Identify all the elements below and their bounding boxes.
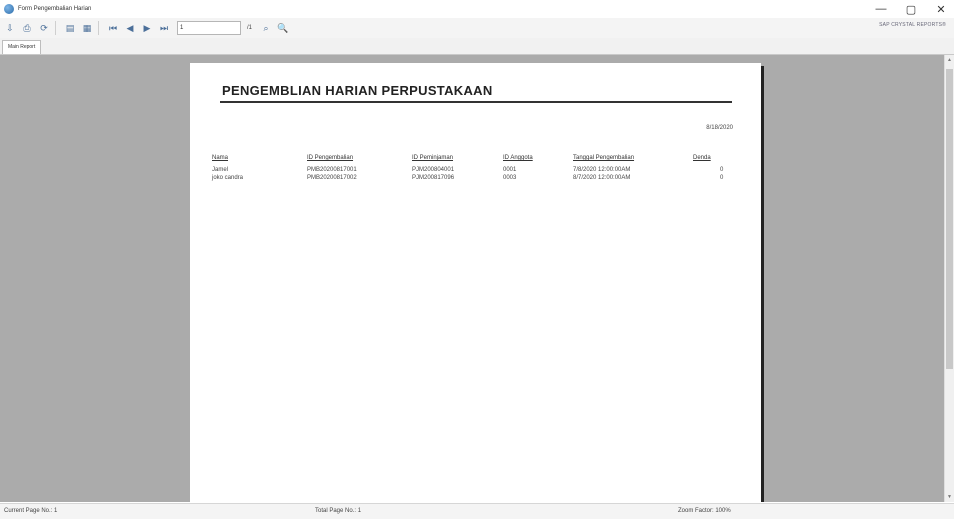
window-controls: — ▢ ✕ (874, 0, 948, 18)
total-page-status: Total Page No.: 1 (315, 508, 362, 514)
report-title: PENGEMBLIAN HARIAN PERPUSTAKAAN (222, 83, 493, 98)
page-setup-icon[interactable]: ▦ (80, 21, 94, 35)
report-viewport[interactable]: PENGEMBLIAN HARIAN PERPUSTAKAAN 8/18/202… (0, 55, 945, 502)
toolbar-divider (55, 21, 56, 35)
next-page-icon[interactable]: ▶ (140, 21, 154, 35)
find-icon[interactable]: ⌕ (259, 21, 273, 35)
last-page-icon[interactable]: ⏭ (157, 21, 171, 35)
print-icon[interactable]: ⎙ (20, 21, 34, 35)
column-header-id-anggota: ID Anggota (503, 155, 533, 161)
column-header-id-peminjaman: ID Peminjaman (412, 155, 454, 161)
cell-nama: joko candra (212, 175, 244, 181)
status-bar: Current Page No.: 1 Total Page No.: 1 Zo… (0, 503, 954, 519)
vertical-scrollbar[interactable]: ▲ ▼ (944, 55, 954, 502)
close-button[interactable]: ✕ (934, 3, 948, 16)
scroll-thumb[interactable] (946, 69, 953, 369)
toolbar-divider (98, 21, 99, 35)
cell-denda: 0 (720, 175, 724, 181)
report-date: 8/18/2020 (706, 125, 733, 131)
prev-page-icon[interactable]: ◀ (123, 21, 137, 35)
page-total-label: /1 (247, 25, 253, 31)
current-page-status: Current Page No.: 1 (4, 508, 58, 514)
cell-id-pengembalian: PMB20200817001 (307, 167, 357, 173)
zoom-icon[interactable]: 🔍 (276, 21, 290, 35)
cell-id-pengembalian: PMB20200817002 (307, 175, 357, 181)
minimize-button[interactable]: — (874, 3, 888, 15)
column-header-tanggal-pengembalian: Tanggal Pengembalian (573, 155, 635, 161)
cell-id-peminjaman: PJM200804001 (412, 167, 455, 173)
zoom-factor-status: Zoom Factor: 100% (678, 508, 731, 514)
cell-id-anggota: 0001 (503, 167, 517, 173)
export-icon[interactable]: ⇩ (3, 21, 17, 35)
report-toolbar: ⇩ ⎙ ⟳ ▤ ▦ ⏮ ◀ ▶ ⏭ 1 /1 ⌕ 🔍 SAP CRYSTAL R… (0, 18, 954, 39)
group-tree-icon[interactable]: ▤ (63, 21, 77, 35)
cell-id-peminjaman: PJM200817096 (412, 175, 455, 181)
title-divider (220, 101, 732, 103)
tab-bar: Main Report (0, 38, 954, 55)
brand-label: SAP CRYSTAL REPORTS® (879, 22, 946, 28)
scroll-down-icon[interactable]: ▼ (945, 492, 954, 502)
cell-denda: 0 (720, 167, 724, 173)
refresh-icon[interactable]: ⟳ (37, 21, 51, 35)
report-page: PENGEMBLIAN HARIAN PERPUSTAKAAN 8/18/202… (190, 63, 761, 502)
column-header-denda: Denda (693, 155, 711, 161)
cell-id-anggota: 0003 (503, 175, 517, 181)
maximize-button[interactable]: ▢ (904, 3, 918, 16)
scroll-up-icon[interactable]: ▲ (945, 55, 954, 65)
tab-main-report[interactable]: Main Report (2, 40, 42, 54)
cell-tanggal: 8/7/2020 12:00:00AM (573, 175, 631, 181)
cell-tanggal: 7/8/2020 12:00:00AM (573, 167, 631, 173)
page-number-input[interactable]: 1 (177, 21, 241, 35)
app-icon (4, 4, 14, 14)
window-title: Form Pengembalian Harian (18, 6, 92, 12)
title-bar: Form Pengembalian Harian — ▢ ✕ (0, 0, 954, 18)
cell-nama: Jamel (212, 167, 229, 173)
first-page-icon[interactable]: ⏮ (106, 21, 120, 35)
column-header-nama: Nama (212, 155, 229, 161)
column-header-id-pengembalian: ID Pengembalian (307, 155, 354, 161)
